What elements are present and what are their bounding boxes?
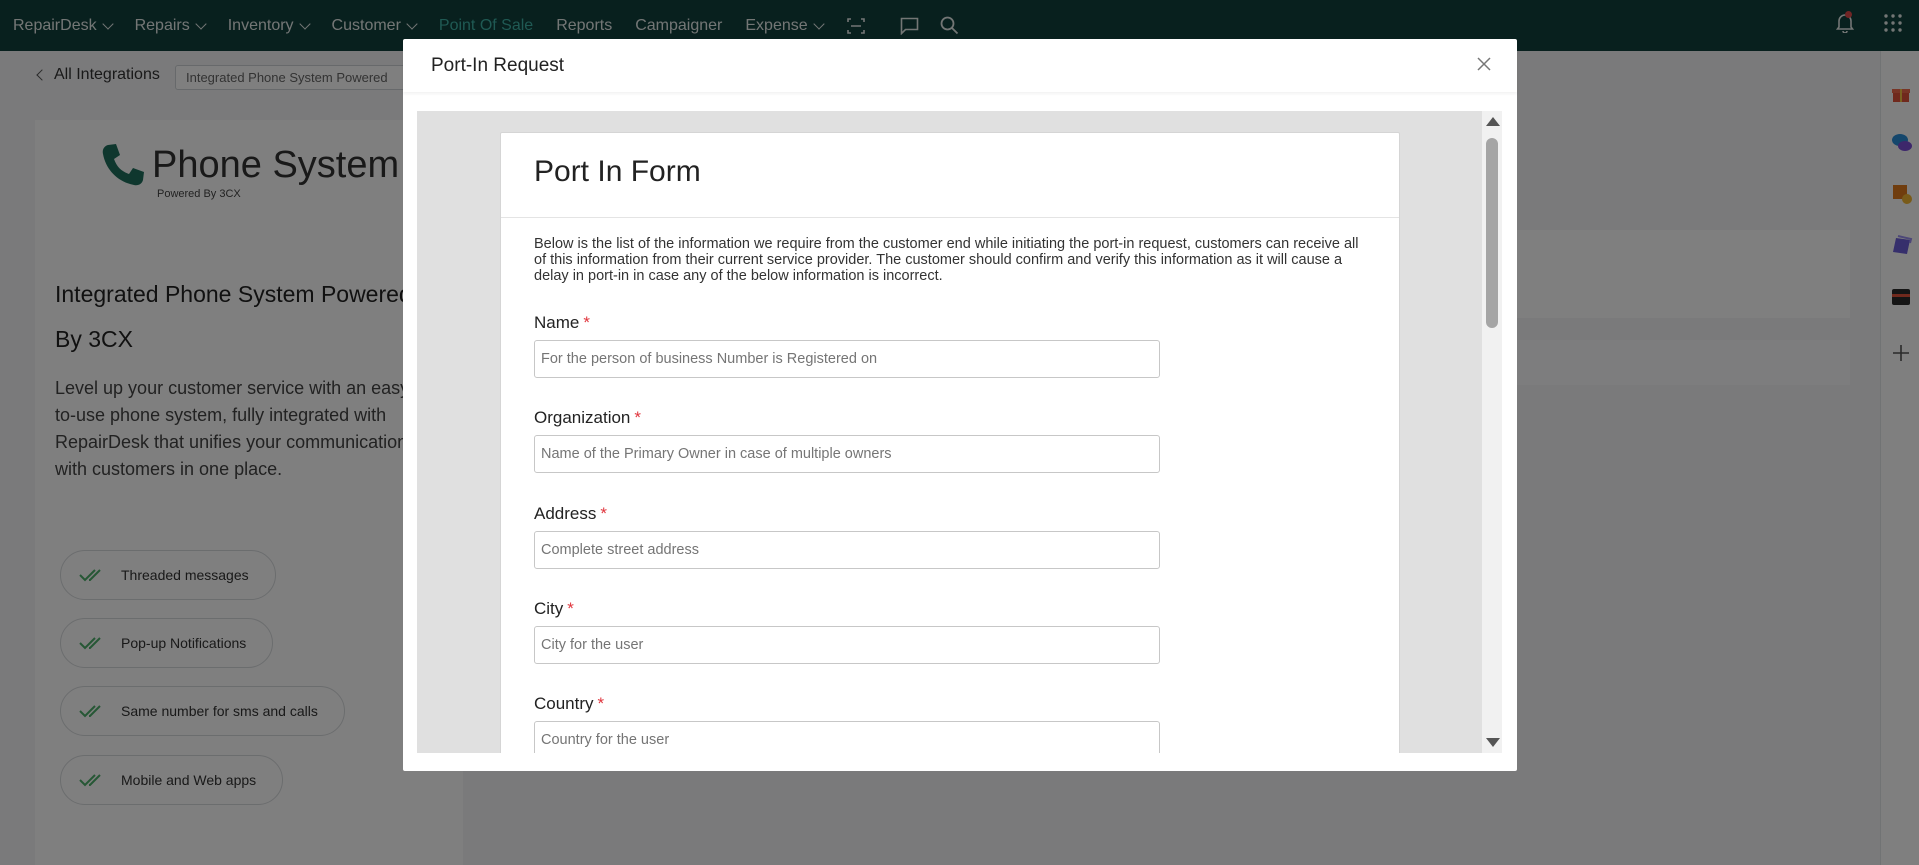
organization-label: Organization * (534, 408, 642, 427)
city-input[interactable] (534, 626, 1160, 664)
scroll-down-arrow-icon[interactable] (1486, 738, 1500, 747)
scrollbar-thumb[interactable] (1486, 138, 1498, 328)
port-in-request-modal: Port-In Request Port In Form Below is th… (403, 39, 1517, 771)
country-label: Country * (534, 694, 605, 713)
form-intro-text: Below is the list of the information we … (534, 236, 1359, 284)
address-label: Address * (534, 504, 607, 523)
modal-title: Port-In Request (431, 54, 565, 76)
city-label: City * (534, 599, 574, 618)
organization-input[interactable] (534, 435, 1160, 473)
close-icon[interactable] (1475, 55, 1493, 73)
form-title: Port In Form (501, 133, 1399, 218)
name-label: Name * (534, 313, 590, 332)
port-in-form: Port In Form Below is the list of the in… (500, 132, 1400, 753)
name-input[interactable] (534, 340, 1160, 378)
modal-header: Port-In Request (403, 39, 1517, 92)
embedded-form-frame[interactable]: Port In Form Below is the list of the in… (417, 111, 1502, 753)
scroll-up-arrow-icon[interactable] (1486, 117, 1500, 126)
country-input[interactable] (534, 721, 1160, 753)
address-input[interactable] (534, 531, 1160, 569)
form-scrollbar[interactable] (1482, 111, 1502, 753)
